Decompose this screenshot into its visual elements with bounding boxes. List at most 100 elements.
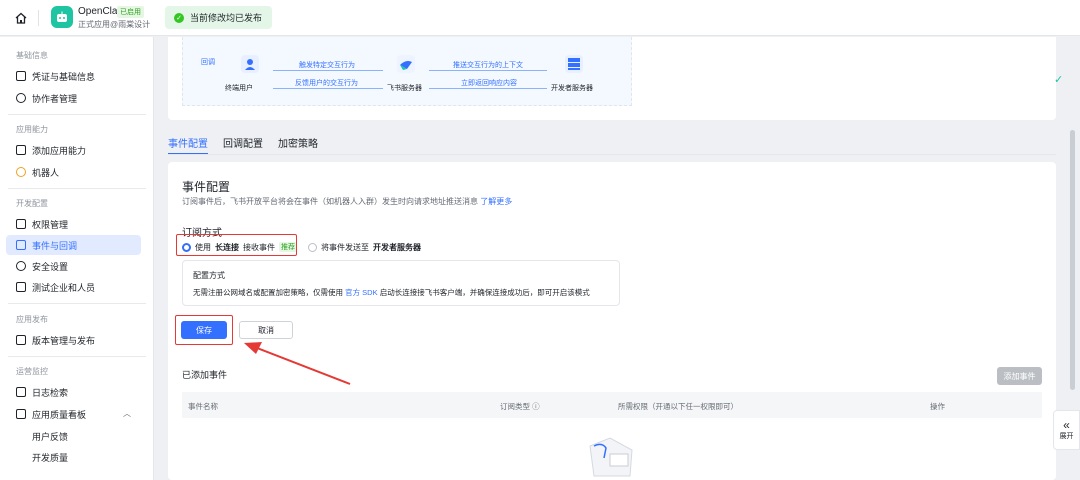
sidebar-item-label: 版本管理与发布 [32,335,96,346]
shield-icon [16,261,26,271]
divider [8,356,146,357]
tabs: 事件配置 回调配置 加密策略 [168,135,318,155]
sidebar-item-bot[interactable]: 机器人 [6,162,141,182]
upload-icon [16,335,26,345]
chevron-up-icon: ︿ [123,409,131,418]
sidebar-item-add-ability[interactable]: 添加应用能力 [6,140,141,160]
tab-encryption[interactable]: 加密策略 [278,135,318,155]
option-label-bold: 开发者服务器 [373,242,421,252]
card-description: 订阅事件后，飞书开放平台将会在事件（如机器人入群）发生时向请求地址推送消息 了解… [182,196,512,207]
diagram-feishu-label: 飞书服务器 [387,85,422,92]
sidebar-item-dev-quality[interactable]: 开发质量 [6,447,141,467]
config-method-title: 配置方式 [193,271,225,280]
expand-panel-button[interactable]: « 展开 [1053,410,1080,450]
user-icon [16,93,26,103]
radio-dev-server[interactable]: 将事件发送至 开发者服务器 [308,239,421,255]
sidebar-item-feedback[interactable]: 用户反馈 [6,426,141,446]
divider [8,114,146,115]
log-icon [16,387,26,397]
divider [8,188,146,189]
diagram-dev-server-label: 开发者服务器 [551,85,593,92]
bar-chart-icon [16,409,26,419]
sidebar-item-label: 测试企业和人员 [32,282,96,293]
diagram-user-label: 终端用户 [225,85,253,92]
home-icon[interactable] [14,11,28,25]
empty-state-illustration [589,437,633,477]
save-button[interactable]: 保存 [181,321,227,339]
column-header: 操作 [930,402,945,411]
sidebar-item-logs[interactable]: 日志检索 [6,382,141,402]
grid-plus-icon [16,145,26,155]
robot-icon [16,167,26,177]
sidebar-item-test-company[interactable]: 测试企业和人员 [6,277,141,297]
config-method-desc: 无需注册公网域名或配置加密策略，仅需使用 官方 SDK 启动长连接接飞书客户端，… [193,287,590,298]
callback-diagram-card: 回调 终端用户 触发特定交互行为 反馈用户的交互行为 飞书服务器 推送交互行为的… [168,37,1056,120]
diagram-arrow-3-label: 推送交互行为的上下文 [453,62,523,69]
publish-status-tip: ✓ 当前修改均已发布 [165,6,273,29]
sidebar-group-ability: 应用能力 [16,125,48,134]
sidebar-item-collaborators[interactable]: 协作者管理 [6,88,141,108]
radio-unchecked-icon[interactable] [308,242,317,252]
added-events-title: 已添加事件 [182,370,228,380]
cancel-button[interactable]: 取消 [239,321,293,339]
tab-callback-config[interactable]: 回调配置 [223,135,263,155]
sidebar-item-security[interactable]: 安全设置 [6,256,141,276]
test-icon [16,282,26,292]
sidebar-item-version[interactable]: 版本管理与发布 [6,330,141,350]
event-config-card: 事件配置 订阅事件后，飞书开放平台将会在事件（如机器人入群）发生时向请求地址推送… [168,162,1056,480]
config-desc-text: 启动长连接接飞书客户端，并确保连接成功后，即可开启该模式 [379,288,590,297]
divider [38,10,39,26]
sidebar-item-label: 日志检索 [32,387,69,398]
sidebar-item-credentials[interactable]: 凭证与基础信息 [6,66,141,86]
tab-event-config[interactable]: 事件配置 [168,135,208,155]
feishu-logo-icon [397,55,415,73]
sidebar-item-events[interactable]: 事件与回调 [6,235,141,255]
expand-label: 展开 [1059,433,1074,440]
add-event-button[interactable]: 添加事件 [997,367,1042,385]
config-method-box: 配置方式 无需注册公网域名或配置加密策略，仅需使用 官方 SDK 启动长连接接飞… [182,260,620,306]
app-logo-icon [51,6,73,28]
config-desc-text: 无需注册公网域名或配置加密策略，仅需使用 [193,288,343,297]
diagram-arrow-2-label: 反馈用户的交互行为 [295,80,358,87]
event-icon [16,240,26,250]
sdk-link[interactable]: 官方 SDK [345,288,378,297]
lock-icon [16,219,26,229]
learn-more-link[interactable]: 了解更多 [480,197,512,206]
sidebar-group-dev: 开发配置 [16,199,48,208]
sidebar-group-basic: 基础信息 [16,51,48,60]
app-subtitle: 正式应用@雨棠设计 [78,20,151,29]
callback-diagram: 回调 终端用户 触发特定交互行为 反馈用户的交互行为 飞书服务器 推送交互行为的… [182,37,632,106]
sidebar-item-label: 应用质量看板 [32,409,87,420]
double-chevron-left-icon: « [1063,418,1070,432]
app-status-badge: 已启用 [117,6,144,18]
column-header: 所需权限（开通以下任一权限即可） [618,402,738,411]
sidebar-item-label: 开发质量 [32,452,69,463]
sidebar-item-label: 事件与回调 [32,240,78,251]
user-icon [241,55,259,73]
sidebar-item-label: 凭证与基础信息 [32,71,96,82]
diagram-callback-label: 回调 [201,59,215,66]
arrow-right-icon [429,70,547,71]
column-header: 事件名称 [188,402,218,411]
card-title: 事件配置 [182,180,231,194]
sidebar-item-permissions[interactable]: 权限管理 [6,214,141,234]
sidebar-item-label: 协作者管理 [32,93,78,104]
sidebar: 基础信息 凭证与基础信息 协作者管理 应用能力 添加应用能力 机器人 开发配置 … [0,37,154,480]
arrow-right-icon [273,70,383,71]
sidebar-group-release: 应用发布 [16,315,48,324]
card-description-text: 订阅事件后，飞书开放平台将会在事件（如机器人入群）发生时向请求地址推送消息 [182,197,478,206]
sidebar-item-label: 用户反馈 [32,431,69,442]
sidebar-item-quality[interactable]: 应用质量看板 ︿ [6,404,141,424]
brand-v-icon: ✓ [1054,74,1064,86]
column-header: 订阅类型 ⓘ [500,402,540,411]
sidebar-item-label: 机器人 [32,167,60,178]
arrow-left-icon [429,88,547,89]
publish-status-text: 当前修改均已发布 [190,13,263,23]
annotation-highlight-box [176,234,297,256]
sidebar-item-label: 添加应用能力 [32,145,87,156]
server-icon [565,55,583,73]
events-table-header: 事件名称 订阅类型 ⓘ 所需权限（开通以下任一权限即可） 操作 [182,392,1042,418]
scrollbar[interactable] [1070,130,1075,390]
arrow-left-icon [273,88,383,89]
top-bar: OpenClaw 已启用 正式应用@雨棠设计 ✓ 当前修改均已发布 [0,0,1080,36]
